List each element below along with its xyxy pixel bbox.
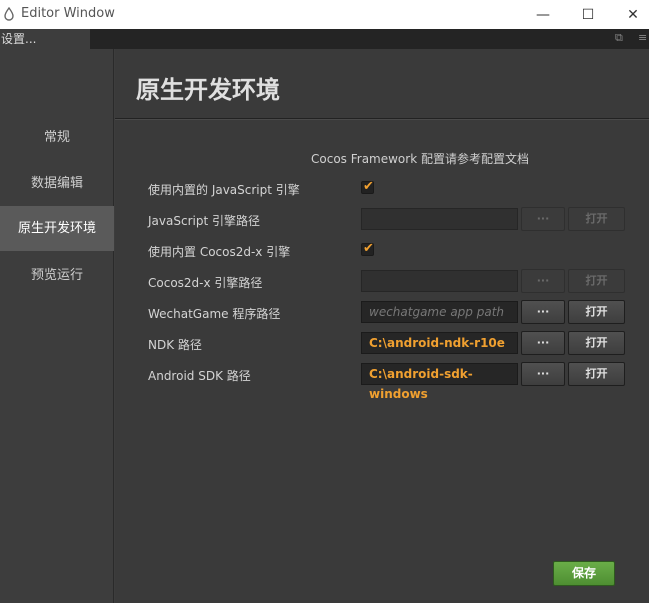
page-title: 原生开发环境 bbox=[136, 76, 280, 104]
cocos2dx-browse-button[interactable]: ··· bbox=[521, 269, 565, 293]
wechatgame-path-label: WechatGame 程序路径 bbox=[148, 307, 281, 321]
popout-icon[interactable]: ⧉ bbox=[615, 31, 623, 45]
wechatgame-path-input[interactable]: wechatgame app path bbox=[361, 301, 518, 323]
ndk-path-label: NDK 路径 bbox=[148, 338, 202, 352]
app-logo-icon bbox=[4, 7, 14, 21]
js-engine-path-input[interactable] bbox=[361, 208, 518, 230]
js-engine-browse-button[interactable]: ··· bbox=[521, 207, 565, 231]
ndk-open-button[interactable]: 打开 bbox=[568, 331, 625, 355]
builtin-cocos2dx-checkbox[interactable]: ✔ bbox=[361, 241, 374, 256]
android-sdk-path-label: Android SDK 路径 bbox=[148, 369, 251, 383]
framework-doc-link[interactable]: Cocos Framework 配置请参考配置文档 bbox=[311, 150, 529, 167]
cocos2dx-open-button[interactable]: 打开 bbox=[568, 269, 625, 293]
menu-icon[interactable]: ≡ bbox=[638, 31, 647, 44]
android-sdk-browse-button[interactable]: ··· bbox=[521, 362, 565, 386]
sidebar-item-general[interactable]: 常规 bbox=[0, 115, 114, 160]
minimize-button[interactable]: — bbox=[520, 0, 566, 29]
builtin-js-engine-label: 使用内置的 JavaScript 引擎 bbox=[148, 183, 300, 197]
settings-sidebar: 常规 数据编辑 原生开发环境 预览运行 bbox=[0, 49, 114, 603]
ndk-path-input[interactable]: C:\android-ndk-r10e bbox=[361, 332, 518, 354]
tab-settings[interactable]: 设置... bbox=[0, 29, 90, 49]
sidebar-item-native-env[interactable]: 原生开发环境 bbox=[0, 206, 114, 251]
close-icon: ✕ bbox=[627, 6, 639, 23]
close-button[interactable]: ✕ bbox=[610, 0, 649, 29]
minimize-icon: — bbox=[536, 6, 550, 23]
settings-panel bbox=[115, 49, 649, 603]
sidebar-item-preview-run[interactable]: 预览运行 bbox=[0, 253, 114, 298]
js-engine-path-label: JavaScript 引擎路径 bbox=[148, 214, 260, 228]
title-divider-highlight bbox=[115, 119, 649, 120]
save-button[interactable]: 保存 bbox=[553, 561, 615, 586]
cocos2dx-path-input[interactable] bbox=[361, 270, 518, 292]
android-sdk-open-button[interactable]: 打开 bbox=[568, 362, 625, 386]
wechatgame-browse-button[interactable]: ··· bbox=[521, 300, 565, 324]
wechatgame-open-button[interactable]: 打开 bbox=[568, 300, 625, 324]
tab-bar bbox=[0, 29, 649, 49]
checkmark-icon: ✔ bbox=[363, 179, 374, 194]
window-title: Editor Window bbox=[21, 6, 115, 21]
window-titlebar: Editor Window — ☐ ✕ bbox=[0, 0, 649, 29]
js-engine-open-button[interactable]: 打开 bbox=[568, 207, 625, 231]
checkmark-icon: ✔ bbox=[363, 241, 374, 256]
maximize-button[interactable]: ☐ bbox=[565, 0, 611, 29]
cocos2dx-path-label: Cocos2d-x 引擎路径 bbox=[148, 276, 263, 290]
ndk-browse-button[interactable]: ··· bbox=[521, 331, 565, 355]
android-sdk-path-input[interactable]: C:\android-sdk-windows bbox=[361, 363, 518, 401]
sidebar-item-data-editing[interactable]: 数据编辑 bbox=[0, 161, 114, 206]
builtin-cocos2dx-label: 使用内置 Cocos2d-x 引擎 bbox=[148, 245, 291, 259]
maximize-icon: ☐ bbox=[581, 6, 595, 23]
builtin-js-engine-checkbox[interactable]: ✔ bbox=[361, 179, 374, 194]
